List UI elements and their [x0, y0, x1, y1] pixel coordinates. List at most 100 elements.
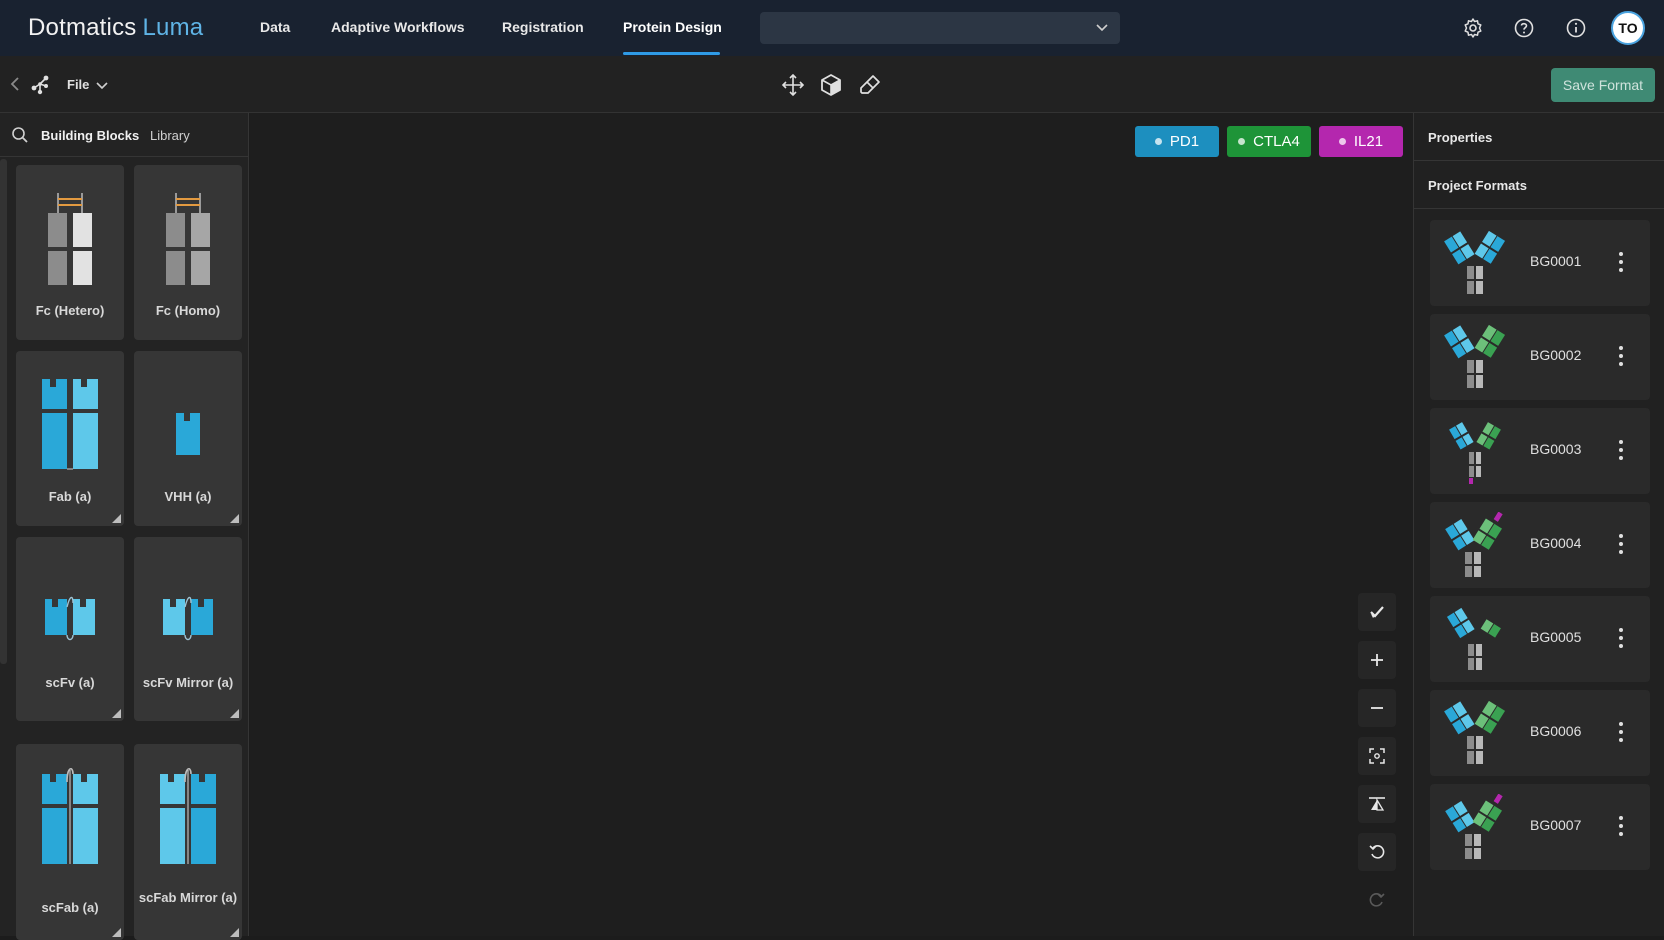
undo-button[interactable]: [1358, 833, 1396, 871]
target-chip-ctla4[interactable]: CTLA4: [1227, 126, 1311, 157]
chip-label: IL21: [1353, 133, 1384, 150]
zoom-out-button[interactable]: [1358, 689, 1396, 727]
block-card-fc-hetero[interactable]: Fc (Hetero): [16, 165, 124, 340]
block-label: Fc (Hetero): [35, 303, 105, 318]
eraser-icon[interactable]: [857, 72, 883, 98]
scfab-mirror-icon: [160, 767, 216, 864]
chevron-down-icon: [96, 81, 108, 89]
block-card-scfv[interactable]: scFv (a): [16, 537, 124, 721]
antibody-icon: [1446, 607, 1501, 670]
block-label: VHH (a): [164, 489, 212, 504]
block-card-fab[interactable]: Fab (a): [16, 351, 124, 526]
move-icon[interactable]: [780, 72, 806, 98]
right-panel: Properties Project Formats BG0001 BG0002: [1413, 113, 1664, 936]
select-tool-button[interactable]: [1358, 593, 1396, 631]
more-vertical-icon[interactable]: [1616, 250, 1626, 274]
back-chevron-icon[interactable]: [8, 75, 22, 93]
avatar[interactable]: TO: [1611, 11, 1645, 45]
chip-label: CTLA4: [1253, 133, 1300, 150]
tab-library[interactable]: Library: [150, 128, 190, 143]
nav-protein-design[interactable]: Protein Design: [623, 19, 722, 35]
redo-button[interactable]: [1358, 881, 1396, 919]
format-card-bg0003[interactable]: BG0003: [1430, 408, 1650, 494]
flip-button[interactable]: [1358, 785, 1396, 823]
block-card-scfab-mirror[interactable]: scFab Mirror (a): [134, 744, 242, 940]
format-name: BG0005: [1530, 629, 1582, 645]
format-name: BG0004: [1530, 535, 1582, 551]
expand-corner-icon[interactable]: [112, 514, 121, 523]
format-card-bg0001[interactable]: BG0001: [1430, 220, 1650, 306]
format-name: BG0007: [1530, 817, 1582, 833]
format-name: BG0003: [1530, 441, 1582, 457]
format-card-bg0005[interactable]: BG0005: [1430, 596, 1650, 682]
block-card-vhh[interactable]: VHH (a): [134, 351, 242, 526]
expand-corner-icon[interactable]: [230, 709, 239, 718]
file-menu[interactable]: File: [67, 77, 109, 92]
block-card-fc-homo[interactable]: Fc (Homo): [134, 165, 242, 340]
nav-registration[interactable]: Registration: [502, 19, 584, 35]
redo-icon: [1369, 893, 1385, 907]
block-label: Fc (Homo): [155, 303, 221, 318]
file-menu-label: File: [67, 77, 90, 92]
block-card-scfab[interactable]: scFab (a): [16, 744, 124, 940]
chip-dot: [1338, 138, 1346, 145]
more-vertical-icon[interactable]: [1616, 532, 1626, 556]
nav-data[interactable]: Data: [260, 19, 290, 35]
zoom-in-button[interactable]: [1358, 641, 1396, 679]
vhh-icon: [176, 413, 200, 455]
left-panel-header: Building Blocks Library: [0, 113, 249, 157]
block-label: scFab (a): [41, 900, 99, 915]
cube-icon[interactable]: [818, 72, 844, 98]
design-canvas[interactable]: [250, 113, 1413, 936]
logo-main: Dotmatics: [28, 14, 137, 41]
chip-dot: [1154, 138, 1162, 145]
scfv-icon: [45, 596, 95, 641]
building-blocks-panel: Building Blocks Library Fc (Hetero) Fc (…: [0, 113, 249, 940]
block-card-scfv-mirror[interactable]: scFv Mirror (a): [134, 537, 242, 721]
more-vertical-icon[interactable]: [1616, 626, 1626, 650]
search-icon[interactable]: [11, 126, 29, 144]
nav-active-indicator: [623, 52, 720, 55]
chip-dot: [1238, 138, 1246, 145]
logo-sub: Luma: [142, 14, 204, 41]
save-format-button[interactable]: Save Format: [1551, 68, 1655, 102]
expand-corner-icon[interactable]: [112, 709, 121, 718]
left-panel-scrollbar[interactable]: [0, 159, 7, 664]
molecule-graph-icon[interactable]: [28, 72, 52, 96]
info-icon[interactable]: [1564, 16, 1588, 40]
format-name: BG0002: [1530, 347, 1582, 363]
fc-homo-icon: [166, 193, 210, 285]
format-name: BG0001: [1530, 253, 1582, 269]
target-chip-il21[interactable]: IL21: [1319, 126, 1403, 157]
fab-icon: [42, 379, 98, 470]
gear-icon[interactable]: [1461, 16, 1485, 40]
format-card-bg0007[interactable]: BG0007: [1430, 784, 1650, 870]
antibody-icon: [1444, 324, 1506, 388]
nav-adaptive-workflows[interactable]: Adaptive Workflows: [331, 19, 465, 35]
fc-hetero-icon: [48, 193, 92, 285]
more-vertical-icon[interactable]: [1616, 344, 1626, 368]
minus-icon: [1371, 707, 1383, 709]
antibody-icon: [1444, 700, 1506, 764]
app-logo[interactable]: Dotmatics Luma: [28, 14, 203, 42]
block-label: scFv (a): [45, 675, 95, 690]
format-card-bg0004[interactable]: BG0004: [1430, 502, 1650, 588]
tab-building-blocks[interactable]: Building Blocks: [41, 128, 139, 143]
more-vertical-icon[interactable]: [1616, 814, 1626, 838]
more-vertical-icon[interactable]: [1616, 438, 1626, 462]
antibody-icon: [1444, 230, 1506, 294]
expand-corner-icon[interactable]: [230, 514, 239, 523]
format-card-bg0006[interactable]: BG0006: [1430, 690, 1650, 776]
antibody-icon: [1445, 794, 1503, 859]
properties-title[interactable]: Properties: [1428, 130, 1492, 145]
help-icon[interactable]: [1512, 16, 1536, 40]
chip-label: PD1: [1169, 133, 1200, 150]
fit-view-button[interactable]: [1358, 737, 1396, 775]
format-card-bg0002[interactable]: BG0002: [1430, 314, 1650, 400]
project-formats-title[interactable]: Project Formats: [1428, 178, 1527, 193]
block-label: scFab Mirror (a): [138, 890, 238, 905]
project-select[interactable]: [760, 12, 1120, 44]
block-label: scFv Mirror (a): [142, 675, 234, 690]
target-chip-pd1[interactable]: PD1: [1135, 126, 1219, 157]
more-vertical-icon[interactable]: [1616, 720, 1626, 744]
